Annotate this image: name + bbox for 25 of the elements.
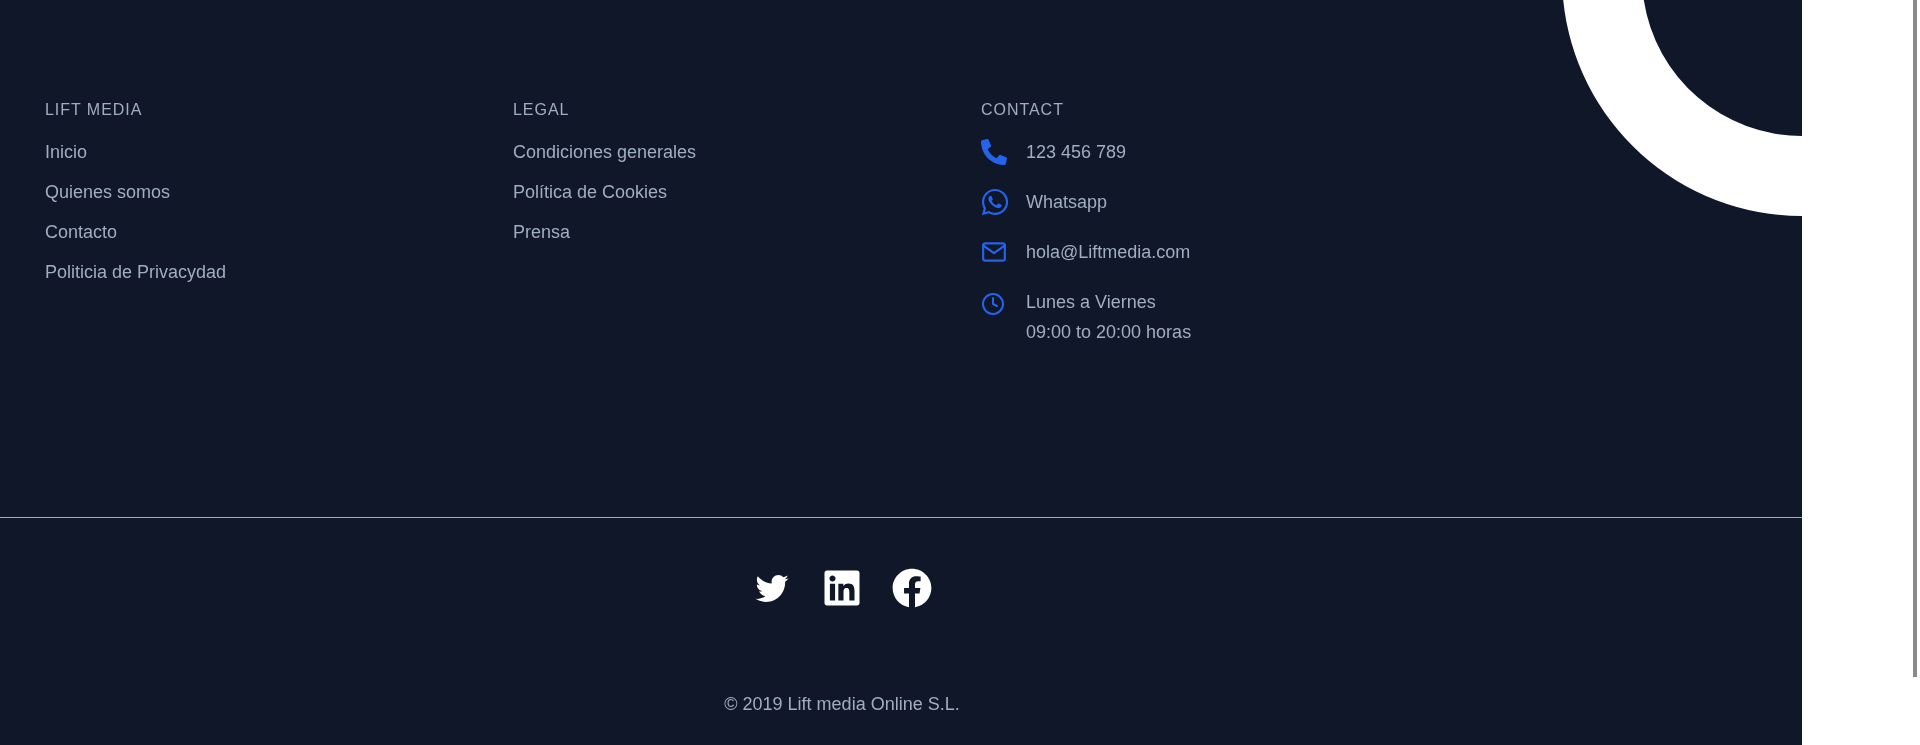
opening-hours-text: Lunes a Viernes [1026, 291, 1156, 314]
footer-link[interactable]: Condiciones generales [513, 140, 697, 164]
facebook-icon [892, 568, 932, 608]
whatsapp-icon [981, 187, 1009, 217]
footer-link[interactable]: Inicio [45, 140, 88, 164]
contact-link[interactable]: hola@Liftmedia.com [1026, 237, 1191, 267]
phone-icon [981, 139, 1007, 165]
linkedin-icon [822, 568, 862, 608]
footer-link[interactable]: Prensa [513, 220, 571, 244]
column-heading: CONTACT [981, 100, 1064, 120]
clock-icon [981, 291, 1005, 316]
mail-icon [981, 239, 1007, 265]
copyright-text: © 2019 Lift media Online S.L. [724, 693, 960, 716]
facebook-link[interactable] [892, 568, 932, 608]
contact-link[interactable]: 123 456 789 [1026, 137, 1127, 167]
footer-link[interactable]: Política de Cookies [513, 180, 668, 204]
scrollbar-thumb[interactable] [1913, 0, 1917, 677]
opening-hours-text: 09:00 to 20:00 horas [1026, 321, 1192, 344]
contact-link[interactable]: Whatsapp [1026, 187, 1108, 217]
footer-link[interactable]: Politicia de Privacydad [45, 260, 227, 284]
footer-link[interactable]: Quienes somos [45, 180, 171, 204]
linkedin-link[interactable] [822, 568, 862, 608]
column-heading: LIFT MEDIA [45, 100, 143, 120]
footer-link[interactable]: Contacto [45, 220, 118, 244]
column-heading: LEGAL [513, 100, 570, 120]
